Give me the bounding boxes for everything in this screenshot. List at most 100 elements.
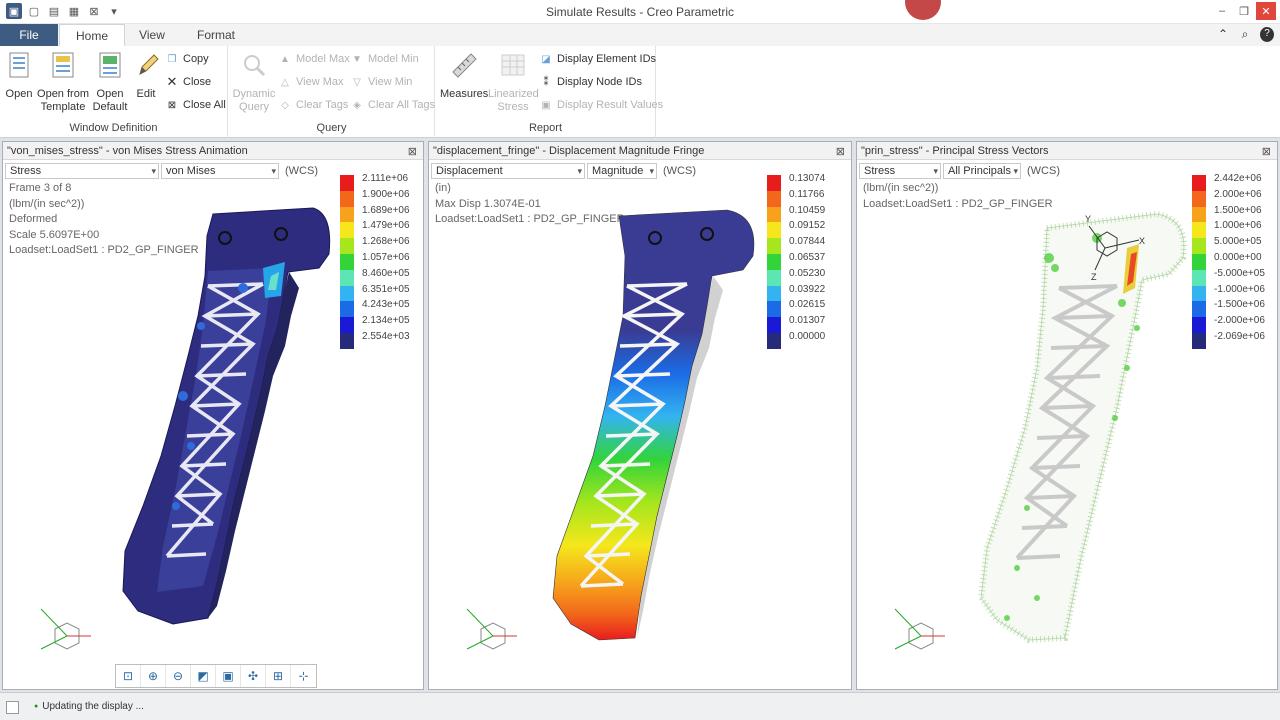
open-from-template-button[interactable]: Open from Template [36, 50, 90, 114]
model-max-button[interactable]: ▲ Model Max [279, 50, 350, 68]
model-displacement[interactable] [547, 206, 777, 646]
model-min-icon: ▼ [352, 53, 362, 65]
info-line: Frame 3 of 8 [9, 182, 72, 194]
legend-swatch [1192, 190, 1206, 207]
clear-tags-icon: ◇ [281, 99, 289, 111]
ribbon: Open Open from Template Open Default Edi… [0, 46, 1280, 138]
component-select[interactable]: Magnitude [587, 163, 657, 179]
panel-close-icon[interactable]: ⊠ [408, 143, 417, 161]
linearized-stress-button[interactable]: Linearized Stress [488, 50, 539, 114]
help-icon[interactable]: ? [1260, 27, 1274, 42]
display-result-values-button[interactable]: ▣ Display Result Values [540, 96, 663, 114]
legend-value: 1.479e+06 [362, 220, 410, 232]
pencil-icon [139, 54, 159, 75]
zoom-fit-icon[interactable]: ⊡ [116, 665, 141, 687]
display-element-ids-button[interactable]: ◪ Display Element IDs [540, 50, 656, 68]
model-von-mises[interactable] [113, 206, 343, 626]
legend-labels: 0.13074 0.11766 0.10459 0.09152 0.07844 … [789, 171, 825, 345]
legend-value: -1.000e+06 [1214, 283, 1265, 295]
clear-tags-button[interactable]: ◇ Clear Tags [279, 96, 348, 114]
report-group-label: Report [528, 122, 563, 134]
group-window-definition: Open Open from Template Open Default Edi… [0, 46, 228, 138]
display-node-ids-button[interactable]: ⁑ Display Node IDs [540, 73, 642, 91]
edit-button[interactable]: Edit [132, 50, 160, 101]
legend-value: 0.11766 [789, 188, 825, 200]
legend-value: 5.000e+05 [1214, 236, 1262, 248]
view-max-button[interactable]: △ View Max [279, 73, 343, 91]
legend-value: 6.351e+05 [362, 283, 410, 295]
svg-text:Z: Z [1091, 272, 1097, 282]
legend-value: 0.000e+00 [1214, 251, 1262, 263]
component-select[interactable]: von Mises [161, 163, 279, 179]
clear-all-tags-label: Clear All Tags [368, 99, 436, 111]
model-principal-stress[interactable]: Y X Z [977, 208, 1197, 648]
group-query: Dynamic Query ▲ Model Max ▼ Model Min △ … [229, 46, 435, 138]
legend-value: 0.03922 [789, 283, 826, 295]
tab-home[interactable]: Home [59, 24, 125, 46]
restore-icon[interactable]: ❐ [1234, 2, 1254, 20]
close-icon[interactable]: ✕ [1256, 2, 1276, 20]
measures-label: Measures [440, 88, 489, 100]
dynamic-query-icon [244, 55, 266, 77]
coordinate-system-label: (WCS) [285, 165, 318, 177]
close-all-button[interactable]: ⊠ Close All [166, 96, 226, 114]
annotation-icon[interactable]: ⊹ [291, 665, 316, 687]
legend-value: 1.268e+06 [362, 236, 410, 248]
quantity-select[interactable]: Stress [5, 163, 159, 179]
tab-view[interactable]: View [126, 24, 178, 46]
model-min-button[interactable]: ▼ Model Min [351, 50, 419, 68]
repaint-icon[interactable]: ◩ [191, 665, 216, 687]
dynamic-query-button[interactable]: Dynamic Query [231, 50, 277, 114]
panel-close-icon[interactable]: ⊠ [1262, 143, 1271, 161]
legend-value: 0.07844 [789, 236, 826, 248]
result-window-von-mises[interactable]: "von_mises_stress" - von Mises Stress An… [2, 141, 424, 690]
legend-value: -5.000e+05 [1214, 267, 1265, 279]
search-icon[interactable]: ⌕ [1238, 27, 1252, 42]
legend-value: 2.554e+03 [362, 330, 410, 342]
copy-button[interactable]: ❐ Copy [166, 50, 209, 68]
quantity-select[interactable]: Stress [859, 163, 941, 179]
open-default-button[interactable]: Open Default [92, 50, 128, 114]
legend-labels: 2.111e+06 1.900e+06 1.689e+06 1.479e+06 … [362, 171, 410, 345]
result-window-principal-stress[interactable]: "prin_stress" - Principal Stress Vectors… [856, 141, 1278, 690]
close-all-label: Close All [183, 99, 226, 111]
open-button[interactable]: Open [4, 50, 34, 101]
tab-format[interactable]: Format [180, 24, 252, 46]
clear-tags-label: Clear Tags [296, 99, 349, 111]
panel-close-icon[interactable]: ⊠ [836, 143, 845, 161]
panel-title-text: "displacement_fringe" - Displacement Mag… [433, 145, 705, 157]
display-style-icon[interactable]: ⊞ [266, 665, 291, 687]
minimize-icon[interactable]: – [1212, 2, 1232, 20]
zoom-in-icon[interactable]: ⊕ [141, 665, 166, 687]
saved-views-icon[interactable]: ▣ [216, 665, 241, 687]
template-icon [52, 52, 74, 78]
tab-file[interactable]: File [0, 24, 58, 46]
legend-value: 2.000e+06 [1214, 188, 1262, 200]
legend-value: 1.057e+06 [362, 251, 410, 263]
legend-value: 0.01307 [789, 315, 826, 327]
close-button[interactable]: ✕ Close [166, 73, 212, 91]
status-toggle[interactable] [6, 701, 19, 714]
open-from-template-label-1: Open from [37, 88, 89, 100]
copy-label: Copy [183, 53, 209, 65]
quantity-select[interactable]: Displacement [431, 163, 585, 179]
open-label: Open [5, 88, 33, 100]
component-select[interactable]: All Principals [943, 163, 1021, 179]
measures-button[interactable]: Measures [440, 50, 488, 101]
zoom-out-icon[interactable]: ⊖ [166, 665, 191, 687]
legend-value: -1.500e+06 [1214, 299, 1265, 311]
spin-center-icon[interactable]: ✣ [241, 665, 266, 687]
panel-title-text: "prin_stress" - Principal Stress Vectors [861, 145, 1049, 157]
window-title: Simulate Results - Creo Parametric [545, 5, 735, 19]
legend-value: 0.09152 [789, 220, 826, 232]
clear-all-tags-button[interactable]: ◈ Clear All Tags [351, 96, 435, 114]
open-default-label-1: Open [96, 88, 124, 100]
result-window-displacement[interactable]: "displacement_fringe" - Displacement Mag… [428, 141, 852, 690]
window-definition-group-label: Window Definition [69, 122, 158, 134]
open-icon [9, 52, 29, 78]
info-line: (in) [435, 182, 451, 194]
minimize-ribbon-icon[interactable]: ⌃ [1216, 27, 1230, 42]
legend-value: 0.13074 [789, 173, 826, 184]
svg-text:Y: Y [1085, 214, 1091, 224]
view-min-button[interactable]: ▽ View Min [351, 73, 412, 91]
